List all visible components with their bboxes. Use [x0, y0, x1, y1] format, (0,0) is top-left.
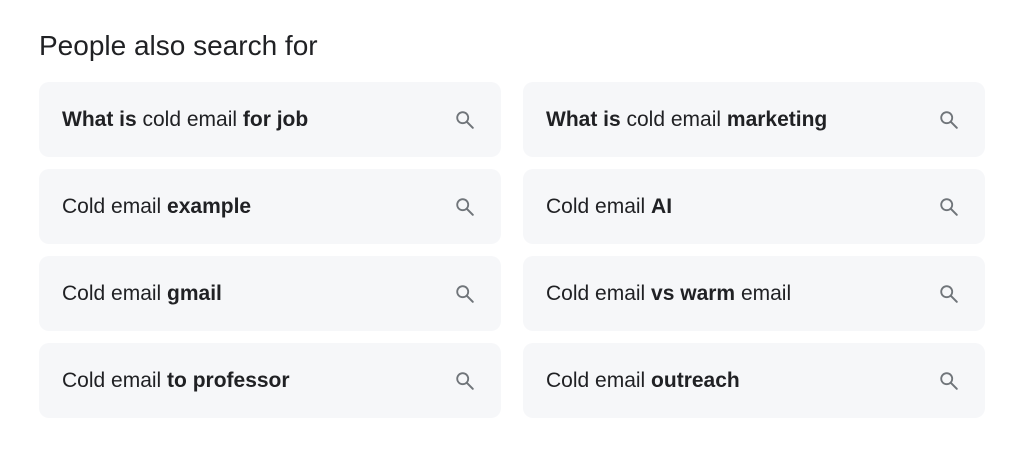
- suggestion-grid: What is cold email for job What is cold …: [39, 82, 985, 418]
- related-search-label: Cold email outreach: [546, 367, 740, 395]
- related-search-label: What is cold email marketing: [546, 106, 827, 134]
- query-term-bold: example: [167, 194, 252, 218]
- query-term-bold: AI: [651, 194, 673, 218]
- related-search-label: Cold email to professor: [62, 367, 290, 395]
- query-term: email: [735, 281, 792, 305]
- related-search-chip-7[interactable]: Cold email to professor: [39, 343, 501, 418]
- related-search-chip-6[interactable]: Cold email vs warm email: [523, 256, 985, 331]
- query-term-bold: vs warm: [651, 281, 736, 305]
- query-term: Cold email: [546, 281, 652, 305]
- related-search-chip-8[interactable]: Cold email outreach: [523, 343, 985, 418]
- query-term: Cold email: [62, 281, 168, 305]
- related-search-label: Cold email gmail: [62, 280, 222, 308]
- search-icon: [453, 282, 477, 306]
- query-term-bold: for job: [242, 107, 309, 131]
- related-search-label: What is cold email for job: [62, 106, 308, 134]
- related-search-chip-5[interactable]: Cold email gmail: [39, 256, 501, 331]
- related-search-chip-1[interactable]: What is cold email for job: [39, 82, 501, 157]
- search-icon: [453, 369, 477, 393]
- query-term: Cold email: [546, 368, 652, 392]
- related-search-chip-3[interactable]: Cold email example: [39, 169, 501, 244]
- people-also-search-section: People also search for What is cold emai…: [0, 0, 1024, 453]
- section-heading: People also search for: [39, 30, 318, 61]
- related-search-label: Cold email example: [62, 193, 251, 221]
- query-term-bold: gmail: [167, 281, 222, 305]
- query-term-bold: What is: [62, 107, 137, 131]
- search-icon: [453, 195, 477, 219]
- search-icon: [937, 282, 961, 306]
- search-icon: [937, 108, 961, 132]
- query-term-bold: What is: [546, 107, 621, 131]
- query-term-bold: outreach: [651, 368, 740, 392]
- related-search-chip-2[interactable]: What is cold email marketing: [523, 82, 985, 157]
- query-term-bold: to professor: [167, 368, 290, 392]
- search-icon: [937, 369, 961, 393]
- query-term: cold email: [136, 107, 243, 131]
- related-search-chip-4[interactable]: Cold email AI: [523, 169, 985, 244]
- query-term: cold email: [620, 107, 727, 131]
- query-term: Cold email: [546, 194, 652, 218]
- related-search-label: Cold email AI: [546, 193, 672, 221]
- search-icon: [937, 195, 961, 219]
- query-term: Cold email: [62, 368, 168, 392]
- search-icon: [453, 108, 477, 132]
- query-term: Cold email: [62, 194, 168, 218]
- related-search-label: Cold email vs warm email: [546, 280, 791, 308]
- query-term-bold: marketing: [726, 107, 828, 131]
